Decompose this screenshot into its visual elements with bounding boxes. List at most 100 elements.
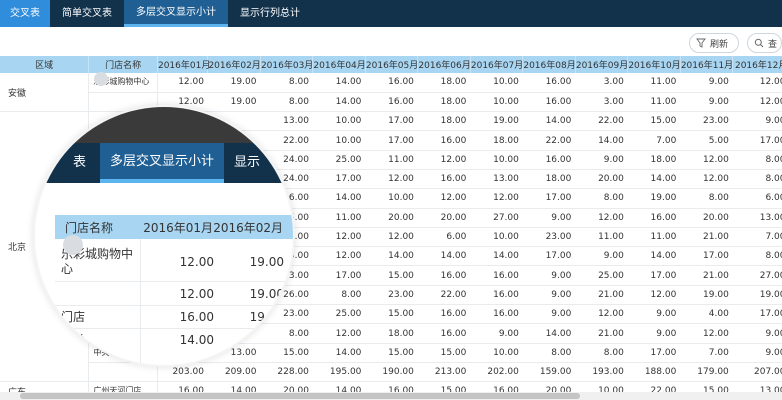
lens-row-divider bbox=[55, 281, 293, 282]
value-cell: 12.00 bbox=[365, 169, 418, 190]
value-cell: 16.00 bbox=[627, 208, 681, 228]
value-cell: 9.00 bbox=[627, 304, 681, 325]
value-cell: 15.00 bbox=[417, 343, 471, 363]
value-cell: 16.00 bbox=[365, 73, 418, 93]
column-header[interactable]: 2016年03月 bbox=[260, 56, 314, 73]
value-cell: 18.00 bbox=[417, 111, 471, 132]
value-cell: 12.00 bbox=[312, 246, 366, 267]
tab-simple-cross-table[interactable]: 简单交叉表 bbox=[50, 0, 124, 27]
value-cell: 14.00 bbox=[470, 246, 523, 267]
value-cell: 14.00 bbox=[312, 381, 366, 392]
value-cell: 16.00 bbox=[417, 130, 471, 151]
value-cell: 12.00 bbox=[732, 92, 782, 113]
value-cell: 9.00 bbox=[470, 323, 523, 344]
value-cell: 12.00 bbox=[732, 73, 782, 93]
search-button[interactable]: 查 bbox=[746, 33, 782, 53]
toolbar: 刷新 查 bbox=[688, 33, 782, 53]
value-cell: 19.00 bbox=[207, 73, 261, 93]
value-cell: 228.00 bbox=[260, 362, 313, 383]
value-cell: 22.00 bbox=[417, 285, 471, 306]
horizontal-scrollbar[interactable] bbox=[0, 392, 782, 400]
value-cell: 12.00 bbox=[627, 285, 681, 306]
value-cell: 8.00 bbox=[260, 73, 313, 93]
value-cell: 193.00 bbox=[575, 362, 628, 383]
value-cell: 11.00 bbox=[627, 73, 681, 93]
column-header[interactable]: 2016年11月 bbox=[680, 56, 734, 73]
value-cell: 13.00 bbox=[732, 381, 782, 392]
value-cell: 20.00 bbox=[680, 208, 733, 228]
column-header[interactable]: 2016年04月 bbox=[312, 56, 366, 73]
value-cell: 195.00 bbox=[312, 362, 366, 383]
value-cell: 10.00 bbox=[470, 150, 523, 170]
value-cell: 190.00 bbox=[365, 362, 418, 383]
value-cell: 21.00 bbox=[575, 323, 628, 344]
value-cell: 16.00 bbox=[470, 265, 523, 286]
value-cell: 9.00 bbox=[575, 150, 628, 170]
tab-multilevel-subtotal[interactable]: 多层交叉显示小计 bbox=[124, 0, 228, 27]
value-cell: 16.00 bbox=[470, 381, 523, 392]
column-header[interactable]: 门店名称 bbox=[88, 56, 158, 73]
scrollbar-thumb[interactable] bbox=[20, 393, 580, 399]
value-cell: 9.00 bbox=[627, 323, 681, 344]
tab-row-column-total[interactable]: 显示行列总计 bbox=[228, 0, 312, 27]
lens-header-row: 门店名称 2016年01月 2016年02月 bbox=[55, 215, 293, 239]
value-cell: 10.00 bbox=[365, 188, 418, 209]
table-row[interactable]: 203.00 209.00 228.00 195.00 190.00 213.00 202.… bbox=[0, 362, 782, 383]
value-cell: 6.00 bbox=[732, 188, 782, 209]
lens-header-jan: 2016年01月 bbox=[143, 220, 213, 235]
value-cell: 14.00 bbox=[312, 73, 366, 93]
value-cell: 23.00 bbox=[680, 111, 733, 132]
value-cell: 8.00 bbox=[732, 246, 782, 267]
value-cell: 8.00 bbox=[680, 188, 733, 209]
column-header[interactable]: 2016年10月 bbox=[627, 56, 681, 73]
value-cell: 27.00 bbox=[732, 265, 782, 286]
value-cell: 16.00 bbox=[522, 73, 576, 93]
value-cell: 207.00 bbox=[732, 362, 782, 383]
refresh-button[interactable]: 刷新 bbox=[688, 33, 739, 53]
value-cell: 213.00 bbox=[417, 362, 471, 383]
value-cell: 12.00 bbox=[680, 150, 733, 170]
value-cell: 12.00 bbox=[417, 150, 471, 170]
table-row[interactable]: 广东广州天河门店16.0014.0020.0014.0016.0015.0016… bbox=[0, 381, 782, 392]
lens-row-divider bbox=[55, 305, 293, 306]
column-header[interactable]: 2016年01月 bbox=[157, 56, 210, 73]
value-cell: 14.00 bbox=[207, 381, 261, 392]
value-cell: 21.00 bbox=[575, 285, 628, 306]
value-cell: 21.00 bbox=[680, 265, 733, 286]
column-header[interactable]: 2016年09月 bbox=[575, 56, 629, 73]
value-cell: 18.00 bbox=[417, 73, 471, 93]
column-header[interactable]: 2016年06月 bbox=[417, 56, 471, 73]
column-header[interactable]: 2016年02月 bbox=[207, 56, 261, 73]
lens-tab-cross: 表 bbox=[73, 155, 87, 170]
value-cell: 9.00 bbox=[732, 323, 782, 344]
value-cell: 188.00 bbox=[627, 362, 681, 383]
value-cell: 18.00 bbox=[417, 92, 471, 113]
value-cell: 16.00 bbox=[417, 169, 471, 190]
value-cell: 18.00 bbox=[470, 130, 523, 151]
value-cell: 10.00 bbox=[470, 73, 523, 93]
tab-cross-table[interactable]: 交叉表 bbox=[0, 0, 50, 27]
value-cell: 14.00 bbox=[417, 246, 471, 267]
value-cell: 159.00 bbox=[522, 362, 576, 383]
value-cell: 15.00 bbox=[365, 304, 418, 325]
table-header-row: 区域 门店名称 2016年01月 2016年02月 2016年03月 2016年04月 20… bbox=[0, 56, 782, 73]
value-cell: 9.00 bbox=[522, 285, 576, 306]
value-cell: 20.00 bbox=[522, 381, 576, 392]
value-cell: 22.00 bbox=[575, 111, 628, 132]
value-cell: 10.00 bbox=[470, 343, 523, 363]
value-cell: 12.00 bbox=[365, 227, 418, 248]
value-cell: 16.00 bbox=[470, 285, 523, 306]
table-row[interactable]: 安徽 乐彩城购物中心 12.00 19.00 8.00 14.00 16.00 18.00 10… bbox=[0, 73, 782, 113]
region-cell: 安徽 bbox=[0, 73, 90, 113]
column-header[interactable]: 2016年05月 bbox=[365, 56, 419, 73]
lens-row-jan: 12.00 bbox=[179, 255, 214, 269]
lens-row-jan: 16.00 bbox=[179, 310, 214, 324]
value-cell: 10.00 bbox=[470, 227, 523, 248]
value-cell: 20.00 bbox=[260, 381, 313, 392]
column-header[interactable]: 2016年07月 bbox=[470, 56, 524, 73]
value-cell: 12.00 bbox=[312, 227, 366, 248]
column-header[interactable]: 区域 bbox=[0, 56, 90, 73]
column-header[interactable]: 2016年12月 bbox=[732, 56, 782, 73]
column-header[interactable]: 2016年08月 bbox=[522, 56, 576, 73]
refresh-label: 刷新 bbox=[709, 39, 728, 50]
